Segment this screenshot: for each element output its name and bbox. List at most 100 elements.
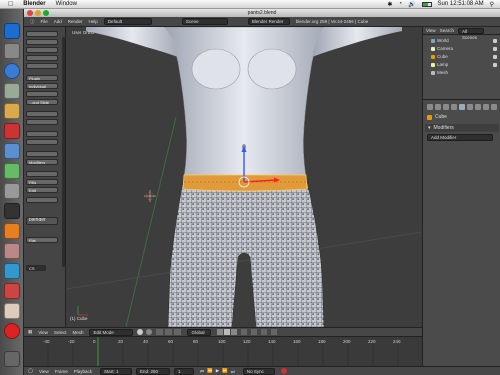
window-menu[interactable]: Window <box>56 1 77 7</box>
tool-button[interactable] <box>26 91 58 97</box>
tool-value-field[interactable]: CS <box>26 265 46 271</box>
ichat-icon[interactable] <box>4 163 20 179</box>
volume-icon[interactable]: 🔊 <box>408 1 415 8</box>
modifier-tab-icon[interactable] <box>459 104 465 110</box>
jump-end-icon[interactable]: ⏭ <box>231 369 235 374</box>
outliner-item-mesh[interactable]: Mesh <box>437 70 448 75</box>
terminal-icon[interactable] <box>4 203 20 219</box>
toolshelf-scrollbar[interactable] <box>62 37 65 267</box>
render-engine-select[interactable]: Blender Render <box>247 18 290 25</box>
menu-view[interactable]: View <box>38 330 48 335</box>
menu-select[interactable]: Select <box>54 330 67 335</box>
shading-icon[interactable] <box>137 329 144 335</box>
object-tab-icon[interactable] <box>451 104 457 110</box>
tool-button[interactable] <box>26 63 58 69</box>
proportional-edit-icon[interactable] <box>251 329 258 335</box>
menu-help[interactable]: Help <box>89 19 98 24</box>
menu-render[interactable]: Render <box>68 19 83 24</box>
app-icon-4[interactable] <box>4 303 20 319</box>
outliner-menu-search[interactable]: Search <box>440 28 454 33</box>
editor-type-3d-icon[interactable]: ▦ <box>28 329 32 335</box>
tool-button-individual[interactable]: Individual <box>26 83 58 89</box>
timeline-menu-frame[interactable]: Frame <box>55 369 68 374</box>
manipulator-toggle-icon[interactable] <box>156 329 164 335</box>
tool-button-flat[interactable]: Flat <box>26 237 58 243</box>
editor-type-timeline-icon[interactable]: ◯ <box>28 368 33 374</box>
safari-icon[interactable] <box>4 63 20 79</box>
app-menu[interactable]: Blender <box>23 1 45 7</box>
modifiers-panel-header[interactable]: ▾ Modifiers <box>425 124 499 132</box>
tool-button-edit[interactable]: Edit <box>26 187 58 193</box>
window-titlebar[interactable]: pants2.blend <box>24 9 500 17</box>
limit-selection-icon[interactable] <box>241 329 248 335</box>
menu-mesh[interactable]: Mesh <box>72 330 83 335</box>
add-modifier-button[interactable]: Add Modifier <box>427 134 493 141</box>
blender-dock-icon[interactable] <box>4 223 20 239</box>
next-key-icon[interactable]: ⏩ <box>222 368 228 374</box>
jump-start-icon[interactable]: ⏮ <box>200 369 204 374</box>
close-window-icon[interactable] <box>27 10 33 16</box>
tool-button[interactable] <box>26 39 58 45</box>
apple-menu-icon[interactable]:  <box>8 1 13 8</box>
play-icon[interactable]: ▶ <box>216 368 219 374</box>
visibility-eye-icon[interactable] <box>493 39 497 43</box>
tool-button-modifiers[interactable]: Modifiers <box>26 159 58 165</box>
timeline[interactable]: -40 -20 0 20 40 60 80 100 120 140 160 180 200 220 240 <box>24 336 422 367</box>
address-book-icon[interactable] <box>4 103 20 119</box>
tool-button[interactable] <box>26 111 58 117</box>
render-tab-icon[interactable] <box>427 104 433 110</box>
rotate-icon[interactable] <box>174 329 182 335</box>
editor-type-icon[interactable]: ⓘ <box>30 19 35 25</box>
timeline-menu-view[interactable]: View <box>39 369 49 374</box>
tool-button[interactable] <box>26 171 58 177</box>
app-icon-5[interactable] <box>4 323 20 339</box>
scene-select[interactable]: Scene <box>181 18 228 25</box>
outliner-menu-view[interactable]: View <box>426 28 436 33</box>
tool-button-fills[interactable]: Fills <box>26 179 58 185</box>
material-tab-icon[interactable] <box>475 104 481 110</box>
pivot-icon[interactable] <box>146 329 153 335</box>
prev-key-icon[interactable]: ⏪ <box>207 368 213 374</box>
menu-add[interactable]: Add <box>54 19 62 24</box>
tool-button[interactable] <box>26 47 58 53</box>
outliner-item-cube[interactable]: Cube <box>437 54 448 59</box>
tool-button[interactable] <box>26 151 58 157</box>
timeline-menu-playback[interactable]: Playback <box>74 369 92 374</box>
visibility-eye-icon[interactable] <box>493 55 497 59</box>
wifi-icon[interactable]: ◔ <box>398 1 402 7</box>
start-frame-field[interactable]: Start: 1 <box>100 367 133 375</box>
mail-icon[interactable] <box>4 83 20 99</box>
visibility-eye-icon[interactable] <box>493 47 497 51</box>
tool-button[interactable] <box>26 139 58 145</box>
battery-icon[interactable] <box>421 1 432 7</box>
calendar-icon[interactable] <box>4 123 20 139</box>
trash-icon[interactable] <box>4 351 20 367</box>
tool-button-plugin[interactable]: Plugin <box>26 75 58 81</box>
3d-viewport[interactable]: User Ortho (1) Cube <box>66 27 422 327</box>
mode-select[interactable]: Edit Mode <box>89 328 134 336</box>
layout-select[interactable]: Default <box>103 18 152 25</box>
outliner-item-world[interactable]: World <box>437 38 449 43</box>
tool-button-slide[interactable]: ...and Slide <box>26 99 58 105</box>
vertex-select-icon[interactable] <box>217 329 224 335</box>
data-tab-icon[interactable] <box>467 104 473 110</box>
edge-select-icon[interactable] <box>224 329 231 335</box>
spotlight-icon[interactable]: ⚲ <box>490 1 494 8</box>
menu-clock[interactable]: Sun 12:51:08 AM <box>438 1 484 7</box>
texture-tab-icon[interactable] <box>483 104 489 110</box>
tool-button[interactable] <box>26 31 58 37</box>
tool-button[interactable] <box>26 131 58 137</box>
orientation-select[interactable]: Global <box>187 328 212 336</box>
current-frame-field[interactable]: 1 <box>174 367 195 375</box>
app-icon-3[interactable] <box>4 283 20 299</box>
face-select-icon[interactable] <box>231 329 238 335</box>
bluetooth-icon[interactable]: ✱ <box>387 1 392 8</box>
record-icon[interactable] <box>280 368 287 374</box>
finder-icon[interactable] <box>4 23 20 39</box>
end-frame-field[interactable]: End: 250 <box>136 367 171 375</box>
tool-button[interactable] <box>26 55 58 61</box>
itunes-icon[interactable] <box>4 143 20 159</box>
world-tab-icon[interactable] <box>443 104 449 110</box>
outliner-display-select[interactable]: All Scenes <box>457 27 484 40</box>
app-icon-1[interactable] <box>4 243 20 259</box>
